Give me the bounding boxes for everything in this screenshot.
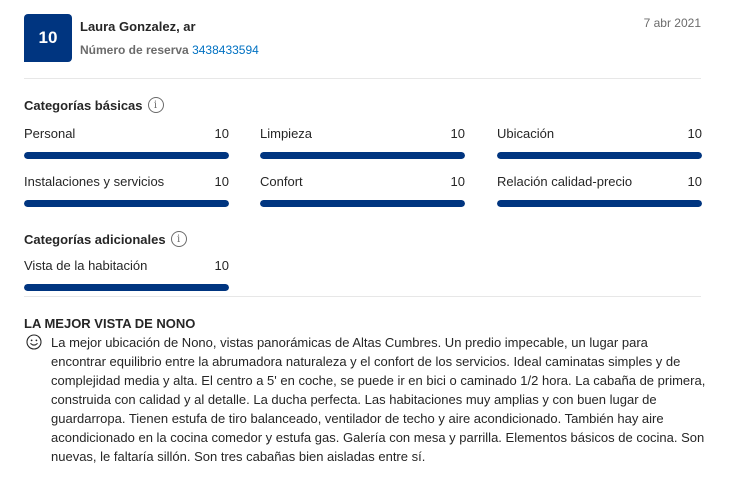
additional-categories-label: Categorías adicionales — [24, 231, 166, 247]
category-bar-fill — [260, 200, 465, 207]
category-score: 10 — [687, 126, 702, 141]
category-bar — [24, 200, 229, 207]
category-bar-fill — [24, 284, 229, 291]
category-score: 10 — [687, 174, 702, 189]
category-bar — [24, 152, 229, 159]
category-bar — [497, 200, 702, 207]
category-bar-fill — [497, 200, 702, 207]
category-bar-fill — [260, 152, 465, 159]
review-body: La mejor ubicación de Nono, vistas panor… — [51, 335, 706, 464]
reviewer-name: Laura Gonzalez, ar — [80, 19, 196, 34]
info-icon[interactable]: i — [147, 97, 164, 113]
category-confort: Confort 10 — [260, 174, 465, 207]
info-icon[interactable]: i — [170, 231, 187, 247]
category-score: 10 — [214, 258, 229, 273]
category-ubicacion: Ubicación 10 — [497, 126, 702, 159]
booking-label: Número de reserva — [80, 43, 189, 57]
review-title: LA MEJOR VISTA DE NONO — [24, 316, 196, 331]
category-bar — [260, 152, 465, 159]
category-label: Ubicación — [497, 126, 555, 141]
basic-categories-title: Categorías básicas i — [24, 97, 164, 113]
category-label: Confort — [260, 174, 303, 189]
additional-categories-title: Categorías adicionales i — [24, 231, 187, 247]
category-label: Personal — [24, 126, 76, 141]
review-date: 7 abr 2021 — [643, 16, 701, 30]
divider — [24, 296, 701, 297]
category-bar-fill — [497, 152, 702, 159]
category-score: 10 — [214, 126, 229, 141]
category-bar — [497, 152, 702, 159]
category-relacion-calidad-precio: Relación calidad-precio 10 — [497, 174, 702, 207]
category-vista-habitacion: Vista de la habitación 10 — [24, 258, 229, 291]
score-badge: 10 — [24, 14, 72, 62]
category-label: Relación calidad-precio — [497, 174, 633, 189]
category-personal: Personal 10 — [24, 126, 229, 159]
category-label: Instalaciones y servicios — [24, 174, 165, 189]
category-bar — [24, 284, 229, 291]
smile-icon — [26, 334, 42, 350]
category-score: 10 — [450, 126, 465, 141]
category-instalaciones: Instalaciones y servicios 10 — [24, 174, 229, 207]
category-bar-fill — [24, 200, 229, 207]
category-bar — [260, 200, 465, 207]
booking-number-link[interactable]: 3438433594 — [192, 43, 259, 57]
divider — [24, 78, 701, 79]
category-score: 10 — [214, 174, 229, 189]
category-limpieza: Limpieza 10 — [260, 126, 465, 159]
booking-reference: Número de reserva 3438433594 — [80, 43, 259, 57]
category-label: Vista de la habitación — [24, 258, 148, 273]
basic-categories-label: Categorías básicas — [24, 97, 143, 113]
category-label: Limpieza — [260, 126, 313, 141]
category-score: 10 — [450, 174, 465, 189]
category-bar-fill — [24, 152, 229, 159]
